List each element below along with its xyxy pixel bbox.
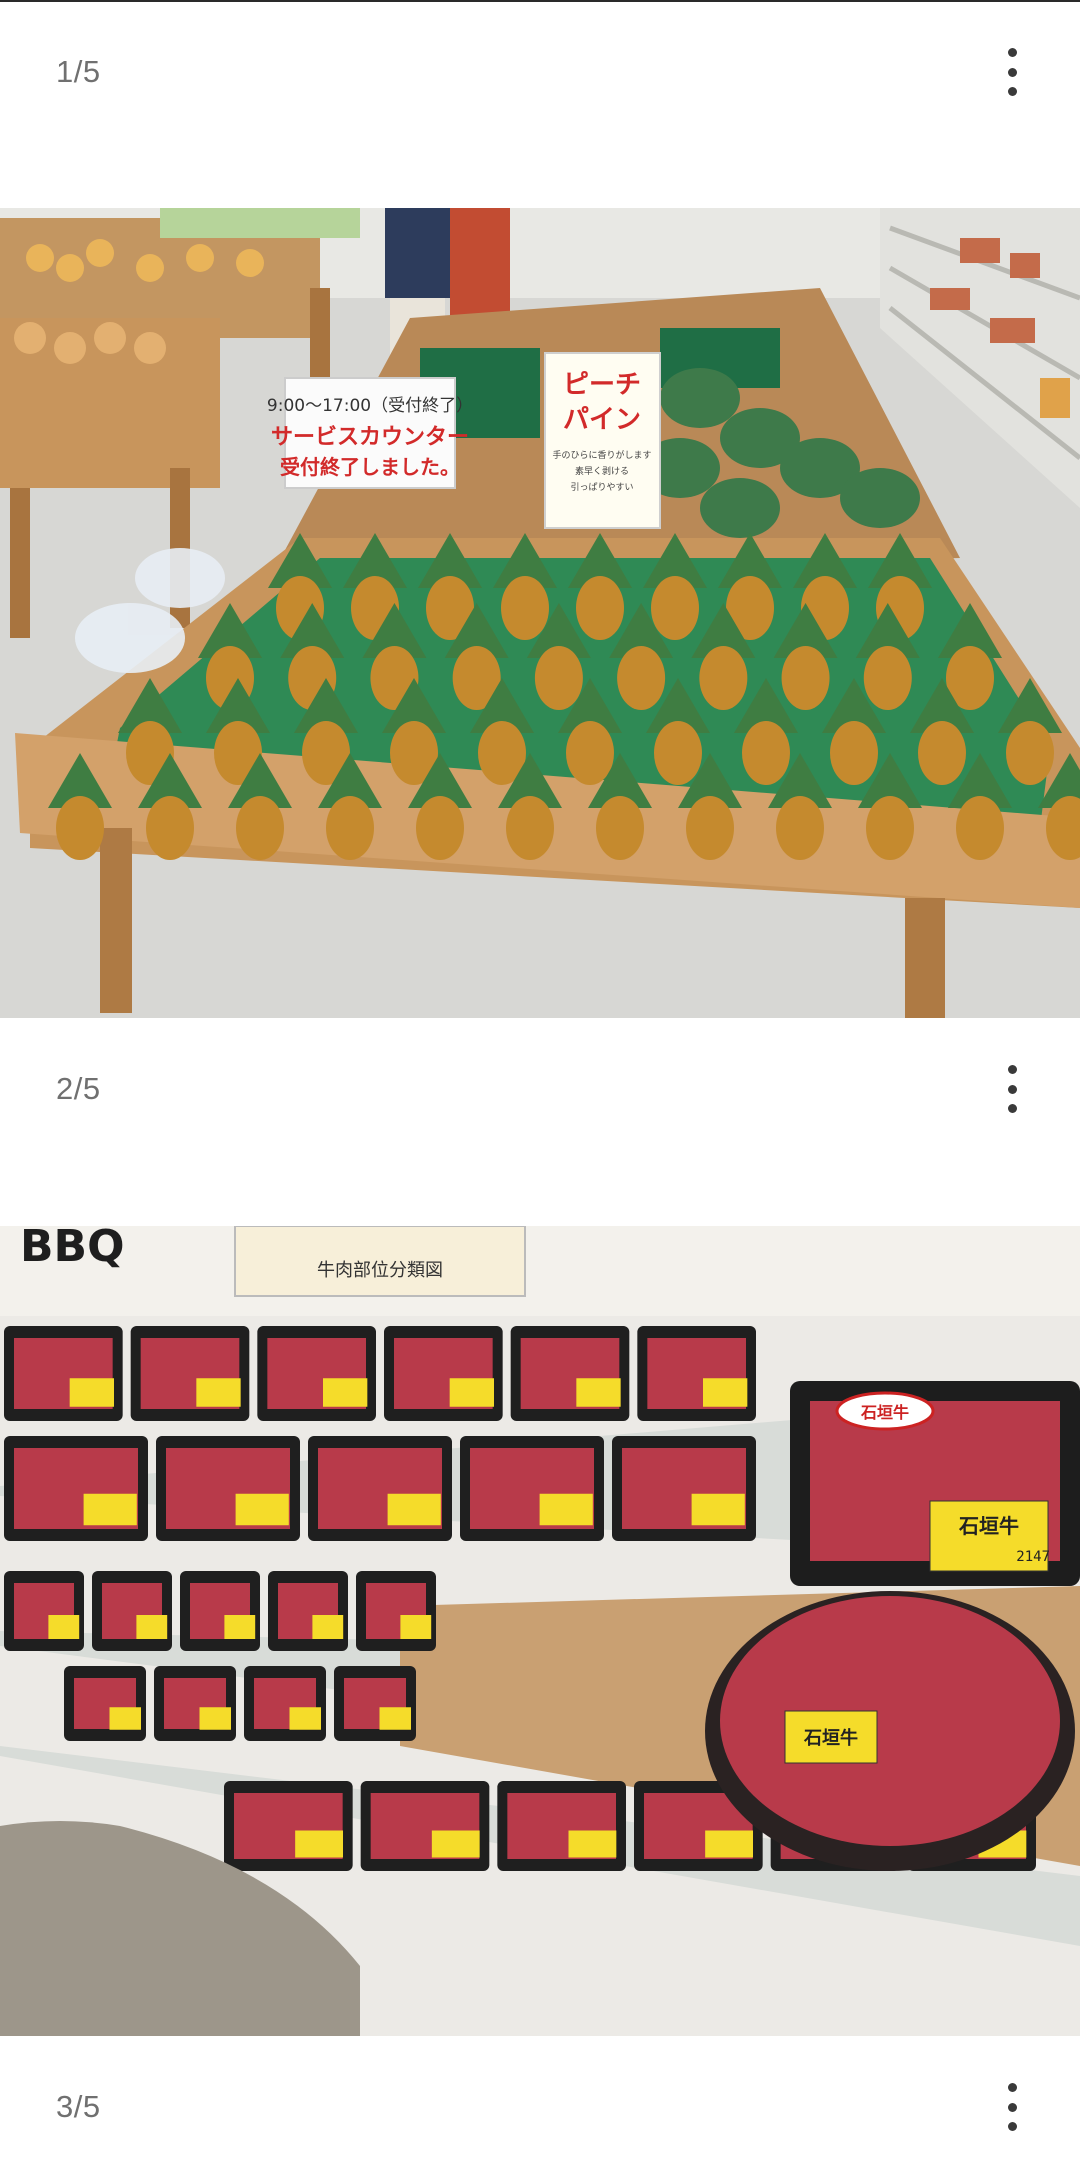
pineapple	[956, 796, 1004, 860]
sign-note-2: 素早く剥ける	[575, 465, 629, 477]
price-label	[576, 1378, 621, 1407]
sign-pine-text: パイン	[563, 405, 641, 435]
price-label	[109, 1707, 141, 1730]
price-label	[568, 1830, 617, 1858]
pineapple	[416, 796, 464, 860]
sign-peach-text: ピーチ	[563, 370, 641, 400]
poster-text: 牛肉部位分類図	[317, 1260, 443, 1281]
pineapple	[776, 796, 824, 860]
more-vert-icon[interactable]	[1000, 48, 1024, 96]
price-label	[312, 1615, 344, 1639]
image-counter: 1/5	[56, 54, 101, 89]
price-label	[199, 1707, 231, 1730]
pineapple	[326, 796, 374, 860]
photo-pineapple-display[interactable]: 9:00～17:00（受付終了） サービスカウンター 受付終了しました。 ピーチ…	[0, 208, 1080, 1018]
pineapple	[146, 796, 194, 860]
price-label	[136, 1615, 168, 1639]
pineapple	[506, 796, 554, 860]
price-label	[323, 1378, 368, 1407]
pineapple	[686, 796, 734, 860]
post-header-3: 3/5	[0, 2071, 1080, 2143]
price-label	[703, 1378, 748, 1407]
pineapple	[742, 721, 790, 785]
sign-closed-text: 受付終了しました。	[280, 455, 460, 479]
pineapple	[866, 796, 914, 860]
price-label	[400, 1615, 432, 1639]
price-label	[295, 1830, 343, 1858]
pineapple	[596, 796, 644, 860]
price-label	[539, 1493, 593, 1526]
price-label	[387, 1493, 441, 1526]
platter-label: 石垣牛	[803, 1727, 858, 1749]
ishigaki-seal: 石垣牛	[860, 1403, 909, 1422]
pineapple	[781, 646, 830, 710]
more-vert-icon[interactable]	[1000, 2083, 1024, 2131]
price-label	[691, 1493, 745, 1526]
sign-note-1: 手のひらに香りがします	[552, 449, 651, 461]
price-label	[83, 1493, 137, 1526]
bbq-wall-sign: BBQ	[20, 1226, 124, 1272]
pineapple	[236, 796, 284, 860]
pineapple	[566, 721, 614, 785]
pineapple	[863, 646, 912, 710]
pineapple	[501, 576, 549, 640]
pineapple	[830, 721, 878, 785]
sign-hours-text: 9:00～17:00（受付終了）	[267, 396, 473, 416]
post-header-1: 1/5	[0, 36, 1080, 108]
pineapple	[654, 721, 702, 785]
photo-meat-display[interactable]: BBQ 牛肉部位分類図 石垣牛 石垣牛 石垣牛 2147	[0, 1226, 1080, 2036]
post-header-2: 2/5	[0, 1053, 1080, 1125]
pineapple	[651, 576, 699, 640]
price-label	[449, 1378, 494, 1407]
price-label	[69, 1378, 114, 1407]
price-label	[235, 1493, 289, 1526]
price-label	[289, 1707, 321, 1730]
price-label	[705, 1830, 753, 1858]
pineapple	[534, 646, 583, 710]
price-label	[196, 1378, 241, 1407]
top-edge-line	[0, 0, 1080, 2]
sign-note-3: 引っぱりやすい	[570, 482, 633, 493]
price-label	[431, 1830, 480, 1858]
price-text: 2147	[1016, 1549, 1050, 1565]
pineapple	[56, 796, 104, 860]
price-label	[224, 1615, 256, 1639]
pineapple	[1006, 721, 1054, 785]
pineapple	[699, 646, 748, 710]
pineapple	[576, 576, 624, 640]
image-counter: 3/5	[56, 2089, 101, 2124]
sign-counter-text: サービスカウンター	[271, 425, 469, 450]
pineapple	[617, 646, 666, 710]
image-counter: 2/5	[56, 1071, 101, 1106]
more-vert-icon[interactable]	[1000, 1065, 1024, 1113]
pineapple	[918, 721, 966, 785]
price-label	[48, 1615, 80, 1639]
tray-label-large: 石垣牛	[958, 1514, 1019, 1538]
price-label	[379, 1707, 411, 1730]
